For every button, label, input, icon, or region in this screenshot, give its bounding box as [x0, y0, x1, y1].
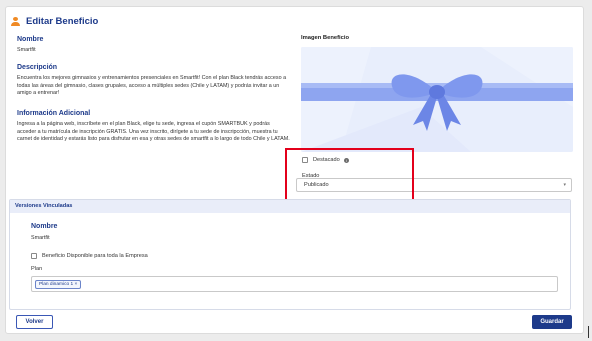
descripcion-label: Descripción [17, 64, 58, 71]
save-button[interactable]: Guardar [532, 315, 572, 329]
version-nombre-value: Smartfit [31, 235, 50, 241]
chevron-down-icon: ▾ [563, 182, 566, 188]
plan-chip[interactable]: Plan dinamico 1 × [35, 280, 82, 289]
user-icon [11, 17, 20, 26]
disponible-row: Beneficio Disponible para toda la Empres… [31, 253, 148, 259]
informacion-value: Ingresa a la página web, inscríbete en e… [17, 121, 290, 143]
informacion-label: Información Adicional [17, 110, 91, 117]
versiones-title: Versiones Vinculadas [10, 200, 570, 213]
disponible-checkbox[interactable] [31, 253, 37, 259]
plan-multiselect[interactable]: Plan dinamico 1 × [31, 276, 558, 292]
app-frame: Editar Beneficio Nombre Smartfit Descrip… [0, 0, 592, 341]
back-button[interactable]: Volver [16, 315, 53, 329]
versiones-section: Versiones Vinculadas Nombre Smartfit Ben… [9, 199, 571, 310]
page-title: Editar Beneficio [26, 16, 99, 27]
descripcion-value: Encuentra los mejores gimnasios y entren… [17, 75, 287, 97]
imagen-label: Imagen Beneficio [301, 35, 349, 41]
nombre-value: Smartfit [17, 47, 36, 53]
annotation-highlight-box [285, 148, 414, 205]
nombre-label: Nombre [17, 36, 44, 43]
disponible-label: Beneficio Disponible para toda la Empres… [42, 253, 148, 259]
cursor-marker [588, 326, 589, 338]
version-nombre-label: Nombre [31, 223, 58, 230]
plan-label: Plan [31, 266, 43, 272]
page-header: Editar Beneficio [11, 16, 98, 27]
benefit-image[interactable] [301, 47, 573, 152]
gift-bow-image [301, 47, 573, 152]
